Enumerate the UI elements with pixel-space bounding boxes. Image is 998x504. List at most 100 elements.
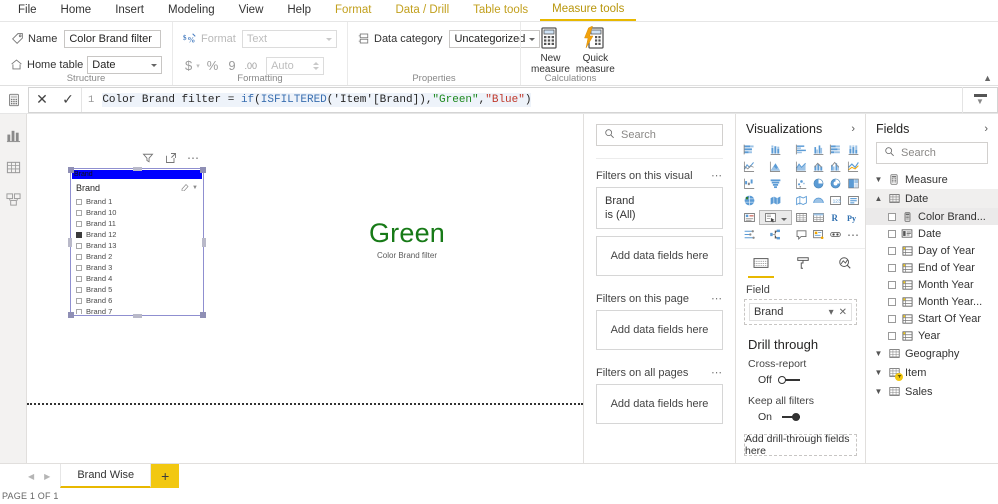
- field-checkbox[interactable]: [888, 263, 896, 272]
- list-item[interactable]: Brand 12: [76, 229, 198, 240]
- map-icon[interactable]: [742, 193, 757, 208]
- field-checkbox[interactable]: [888, 212, 896, 221]
- tab-view[interactable]: View: [227, 0, 276, 21]
- list-item[interactable]: Brand 10: [76, 207, 198, 218]
- filters-visual-dropzone[interactable]: Add data fields here: [596, 236, 723, 276]
- list-item[interactable]: Brand 11: [76, 218, 198, 229]
- filters-page-dropzone[interactable]: Add data fields here: [596, 310, 723, 350]
- filters-all-pages-more-icon[interactable]: ⋯: [711, 366, 723, 379]
- clustered-bar-chart-icon[interactable]: [794, 142, 809, 157]
- multi-row-card-icon[interactable]: [742, 210, 757, 225]
- key-influencers-icon[interactable]: [742, 227, 757, 242]
- fields-table-date[interactable]: ▲ Date: [866, 189, 998, 208]
- funnel-chart-icon[interactable]: [759, 176, 792, 191]
- list-item[interactable]: Brand 1: [76, 196, 198, 207]
- line-clustered-column-chart-icon[interactable]: [828, 159, 843, 174]
- list-item[interactable]: Brand 13: [76, 240, 198, 251]
- field-well-item-brand[interactable]: Brand ▾ ✕: [749, 303, 852, 321]
- tab-fields[interactable]: [748, 256, 774, 278]
- field-day-of-year[interactable]: Day of Year: [866, 242, 998, 259]
- slicer-checkbox[interactable]: [76, 264, 82, 271]
- tab-insert[interactable]: Insert: [103, 0, 156, 21]
- chevron-down-icon[interactable]: ▼: [874, 368, 883, 377]
- field-checkbox[interactable]: [888, 280, 896, 289]
- more-options-icon[interactable]: ⋯: [187, 151, 200, 165]
- decomposition-tree-icon[interactable]: [759, 227, 792, 242]
- focus-mode-icon[interactable]: [164, 151, 177, 164]
- python-visual-icon[interactable]: Py: [845, 210, 862, 225]
- waterfall-chart-icon[interactable]: [742, 176, 757, 191]
- list-item[interactable]: Brand 4: [76, 273, 198, 284]
- card-icon[interactable]: [845, 193, 862, 208]
- shape-map-icon[interactable]: [794, 193, 809, 208]
- filters-all-pages-dropzone[interactable]: Add data fields here: [596, 384, 723, 424]
- table-icon[interactable]: [794, 210, 809, 225]
- resize-handle-e[interactable]: [202, 238, 206, 247]
- formula-bar-expand[interactable]: ▼: [962, 86, 997, 113]
- more-options-icon[interactable]: ⋯: [845, 227, 862, 242]
- cross-report-toggle[interactable]: [777, 375, 800, 385]
- field-year[interactable]: Year: [866, 327, 998, 344]
- list-item[interactable]: Brand 5: [76, 284, 198, 295]
- page-tab-brand-wise[interactable]: Brand Wise: [60, 464, 152, 488]
- filled-map-icon[interactable]: [759, 193, 792, 208]
- list-item[interactable]: Brand 2: [76, 251, 198, 262]
- donut-chart-icon[interactable]: [828, 176, 843, 191]
- tab-modeling[interactable]: Modeling: [156, 0, 227, 21]
- measure-name-input[interactable]: Color Brand filter: [64, 29, 162, 48]
- stacked-column-chart-icon[interactable]: [759, 142, 792, 157]
- tab-measure-tools[interactable]: Measure tools: [540, 0, 637, 21]
- collapse-pane-icon[interactable]: ›: [851, 123, 855, 135]
- field-color-brand[interactable]: Color Brand...: [866, 208, 998, 225]
- line-stacked-column-chart-icon[interactable]: [811, 159, 826, 174]
- chevron-down-icon[interactable]: ▼: [874, 349, 883, 358]
- slicer-checkbox[interactable]: [76, 297, 82, 304]
- filter-card-brand[interactable]: Brand is (All): [596, 187, 723, 229]
- field-checkbox[interactable]: [888, 331, 896, 340]
- resize-handle-ne[interactable]: [200, 167, 206, 173]
- decimal-places-input[interactable]: Auto: [266, 56, 325, 75]
- field-checkbox[interactable]: [888, 229, 896, 238]
- stacked-area-chart-icon[interactable]: [794, 159, 809, 174]
- matrix-icon[interactable]: [811, 210, 826, 225]
- resize-handle-nw[interactable]: [68, 167, 74, 173]
- percent-format-button[interactable]: %: [205, 58, 221, 73]
- field-start-of-year[interactable]: Start Of Year: [866, 310, 998, 327]
- filter-icon[interactable]: [141, 151, 154, 164]
- slicer-checkbox[interactable]: [76, 220, 82, 227]
- slicer-expand-icon[interactable]: ▼: [192, 185, 198, 191]
- chevron-down-icon[interactable]: ▾: [829, 307, 834, 318]
- card-visual[interactable]: Green Color Brand filter: [332, 218, 482, 260]
- clustered-column-chart-icon[interactable]: [811, 142, 826, 157]
- tab-data-drill[interactable]: Data / Drill: [383, 0, 461, 21]
- drill-through-dropzone[interactable]: Add drill-through fields here: [744, 433, 857, 457]
- field-checkbox[interactable]: [888, 297, 896, 306]
- formula-text[interactable]: 1 Color Brand filter = if(ISFILTERED('It…: [82, 92, 962, 107]
- 100-stacked-column-chart-icon[interactable]: [845, 142, 862, 157]
- fields-table-measure[interactable]: ▼ Measure: [866, 170, 998, 189]
- prev-page-icon[interactable]: ◀: [28, 472, 34, 481]
- stacked-bar-chart-icon[interactable]: [742, 142, 757, 157]
- slicer-checkbox-checked[interactable]: [76, 231, 82, 238]
- tab-file[interactable]: File: [6, 0, 49, 21]
- model-view-icon[interactable]: [4, 190, 22, 208]
- slicer-checkbox[interactable]: [76, 198, 82, 205]
- report-view-icon[interactable]: [4, 126, 22, 144]
- cross-report-toggle-row[interactable]: Off: [736, 374, 865, 395]
- slicer-checkbox[interactable]: [76, 275, 82, 282]
- list-item[interactable]: Brand 7: [76, 306, 198, 314]
- field-checkbox[interactable]: [888, 246, 896, 255]
- formula-editor[interactable]: ✕ ✓ 1 Color Brand filter = if(ISFILTERED…: [28, 86, 998, 113]
- field-month-year-2[interactable]: Month Year...: [866, 293, 998, 310]
- slicer-checkbox[interactable]: [76, 286, 82, 293]
- ribbon-chart-icon[interactable]: [845, 159, 862, 174]
- keep-all-filters-toggle[interactable]: [778, 412, 801, 422]
- chevron-down-icon[interactable]: ▼: [874, 175, 883, 184]
- field-well[interactable]: Brand ▾ ✕: [744, 299, 857, 325]
- formula-accept-button[interactable]: ✓: [55, 88, 81, 112]
- slicer-checkbox[interactable]: [76, 209, 82, 216]
- chevron-up-icon[interactable]: ▲: [874, 194, 883, 203]
- tab-help[interactable]: Help: [275, 0, 323, 21]
- resize-handle-n[interactable]: [133, 167, 142, 171]
- clear-selections-icon[interactable]: [181, 182, 189, 194]
